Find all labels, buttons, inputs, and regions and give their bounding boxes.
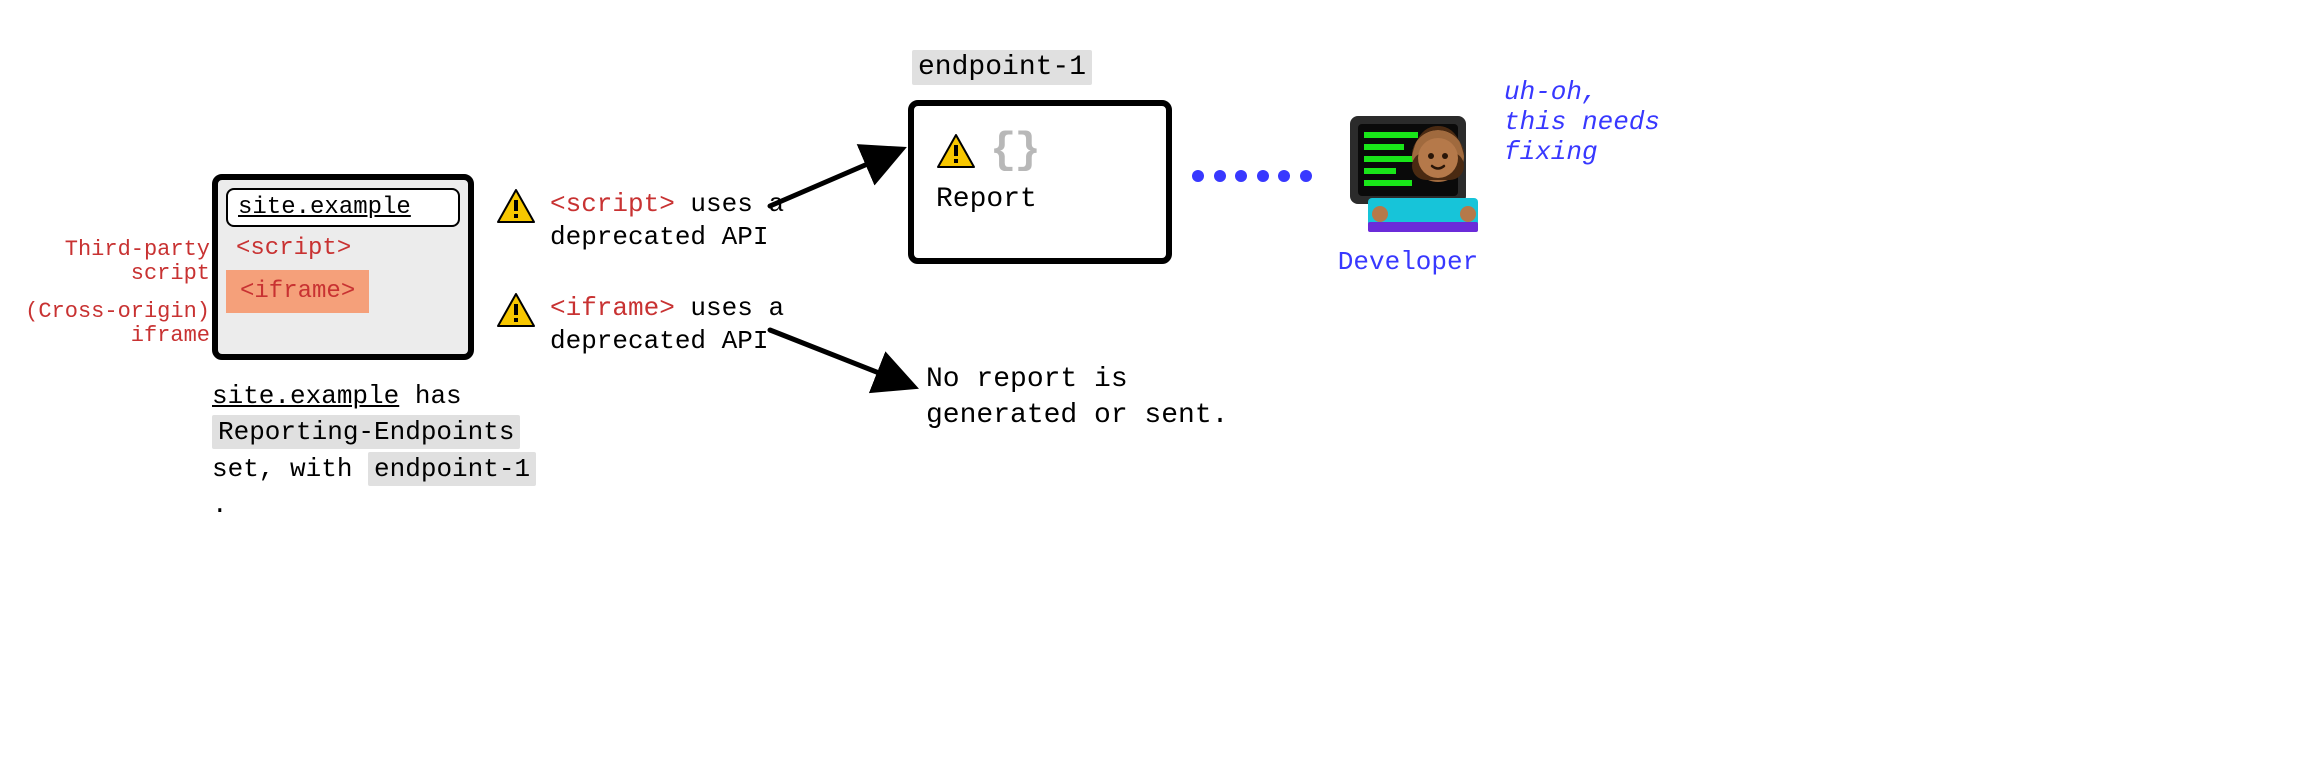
- caption-endpoint-name: endpoint-1: [368, 452, 536, 486]
- caption-period: .: [212, 490, 228, 520]
- endpoint-box: {} Report: [908, 100, 1172, 264]
- diagram-stage: Third-party script (Cross-origin) iframe…: [0, 0, 2324, 762]
- developer-avatar-icon: [1328, 96, 1488, 236]
- annotation-cross-origin-iframe: (Cross-origin) iframe: [10, 300, 210, 348]
- warning-iframe-deprecated: <iframe> uses a deprecated API: [496, 292, 916, 357]
- endpoint-label: endpoint-1: [912, 52, 1092, 83]
- browser-window: site.example <script> <iframe>: [212, 174, 474, 360]
- endpoint-label-text: endpoint-1: [912, 50, 1092, 85]
- report-label: Report: [936, 184, 1144, 215]
- warning-icon: [936, 133, 976, 169]
- developer-figure: Developer: [1318, 96, 1498, 277]
- no-report-message: No report is generated or sent.: [926, 362, 1266, 435]
- caption-has: has: [399, 381, 461, 411]
- browser-address-bar: site.example: [226, 188, 460, 227]
- warning-icon: [496, 188, 536, 224]
- warning-icon: [496, 292, 536, 328]
- caption-site: site.example: [212, 381, 399, 411]
- browser-script-tag: <script>: [226, 233, 361, 264]
- caption-header-name: Reporting-Endpoints: [212, 415, 520, 449]
- dotted-connector: [1192, 170, 1312, 182]
- braces-icon: {}: [990, 126, 1039, 176]
- warning-text: <script> uses a deprecated API: [550, 188, 916, 253]
- browser-iframe-tag: <iframe>: [226, 270, 369, 313]
- annotation-third-party-script: Third-party script: [10, 238, 210, 286]
- warning-script-deprecated: <script> uses a deprecated API: [496, 188, 916, 253]
- developer-thought: uh-oh, this needs fixing: [1504, 78, 1674, 168]
- warning-code-tag: <script>: [550, 189, 675, 219]
- browser-caption: site.example has Reporting-Endpoints set…: [212, 378, 552, 524]
- developer-label: Developer: [1318, 247, 1498, 277]
- warning-text: <iframe> uses a deprecated API: [550, 292, 916, 357]
- caption-set-with: set, with: [212, 454, 368, 484]
- warning-code-tag: <iframe>: [550, 293, 675, 323]
